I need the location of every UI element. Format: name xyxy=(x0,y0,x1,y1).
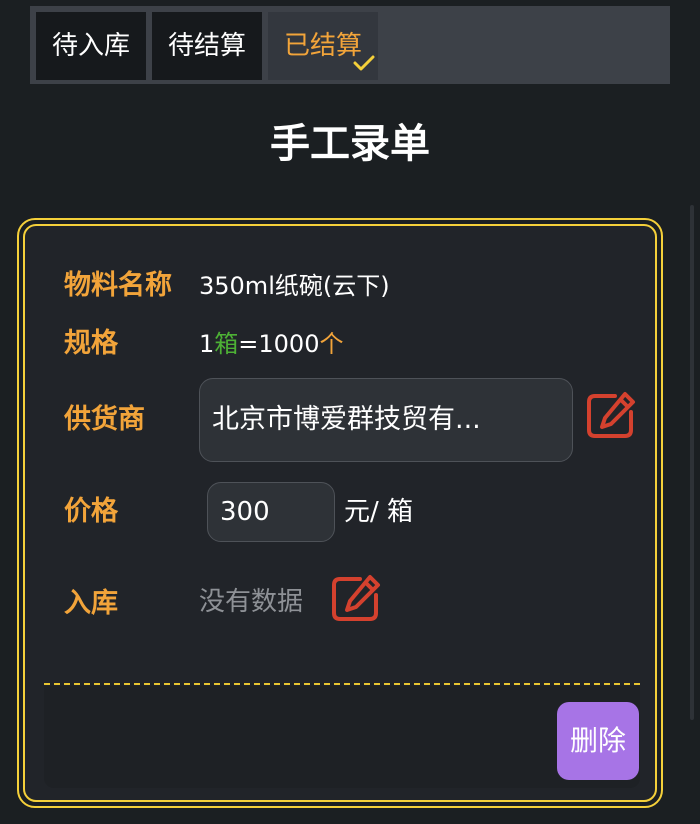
tab-bar: 待入库 待结算 已结算 xyxy=(30,6,670,84)
card-footer xyxy=(44,686,640,788)
page: 待入库 待结算 已结算 手工录单 物料名称 350ml纸碗(云下) 规格 1箱=… xyxy=(0,0,700,824)
material-name-value: 350ml纸碗(云下) xyxy=(199,272,390,300)
supplier-value: 北京市博爱群技贸有... xyxy=(212,404,481,435)
page-title: 手工录单 xyxy=(270,121,430,167)
scrollbar[interactable] xyxy=(690,205,694,720)
price-unit: 元/ 箱 xyxy=(344,497,414,527)
tab-settled[interactable]: 已结算 xyxy=(268,12,378,80)
spec-equals: =1000 xyxy=(238,330,320,358)
tab-pending-settlement[interactable]: 待结算 xyxy=(152,12,262,80)
price-label: 价格 xyxy=(64,496,118,527)
supplier-label: 供货商 xyxy=(64,404,145,435)
delete-button[interactable]: 删除 xyxy=(557,702,639,780)
supplier-field[interactable]: 北京市博爱群技贸有... xyxy=(199,378,573,462)
tab-pending-stock-in[interactable]: 待入库 xyxy=(36,12,146,80)
spec-label: 规格 xyxy=(64,328,118,359)
price-input[interactable]: 300 xyxy=(207,482,335,542)
spec-unit-piece: 个 xyxy=(319,330,344,358)
tab-label: 待结算 xyxy=(167,31,246,61)
spec-unit-box: 箱 xyxy=(214,330,239,358)
tab-label: 已结算 xyxy=(283,31,362,61)
stock-in-value: 没有数据 xyxy=(199,587,304,617)
tab-label: 待入库 xyxy=(51,31,130,61)
spec-qty: 1 xyxy=(199,330,215,358)
dashed-divider xyxy=(44,683,640,685)
edit-stock-in-icon[interactable] xyxy=(330,573,382,623)
stock-in-label: 入库 xyxy=(64,588,118,619)
price-value: 300 xyxy=(220,497,270,527)
edit-supplier-icon[interactable] xyxy=(585,390,637,440)
material-name-label: 物料名称 xyxy=(64,270,172,301)
check-icon xyxy=(353,55,375,71)
spec-value: 1箱=1000个 xyxy=(199,324,343,364)
